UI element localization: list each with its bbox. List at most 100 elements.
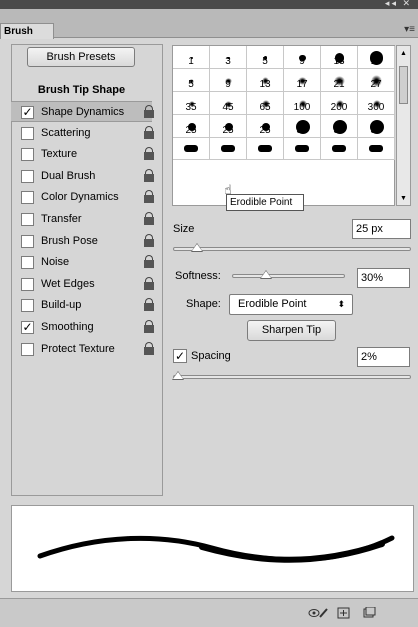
- option-scattering[interactable]: Scattering: [11, 123, 154, 144]
- brush-tip-cell[interactable]: 19: [358, 46, 395, 69]
- brush-size-label: 35: [185, 102, 197, 113]
- brush-tip-cell[interactable]: [173, 138, 210, 160]
- brush-size-label: 5: [262, 56, 268, 67]
- lock-icon[interactable]: [144, 255, 154, 268]
- sharpen-tip-button[interactable]: Sharpen Tip: [247, 320, 336, 341]
- brush-tip-cell[interactable]: 25: [247, 115, 284, 138]
- option-checkbox[interactable]: [21, 299, 34, 312]
- lock-icon[interactable]: [144, 147, 154, 160]
- brush-tip-cell[interactable]: [247, 138, 284, 160]
- option-checkbox[interactable]: [21, 191, 34, 204]
- spacing-slider[interactable]: [173, 375, 411, 379]
- spacing-checkbox[interactable]: ✓: [173, 349, 187, 363]
- option-label: Protect Texture: [41, 343, 115, 355]
- spacing-slider-thumb[interactable]: [172, 371, 184, 380]
- brush-tip-cell[interactable]: 200: [321, 92, 358, 115]
- option-checkbox[interactable]: [21, 213, 34, 226]
- option-checkbox[interactable]: [21, 235, 34, 248]
- lock-icon[interactable]: [144, 190, 154, 203]
- option-checkbox[interactable]: [21, 278, 34, 291]
- brush-presets-button[interactable]: Brush Presets: [27, 47, 135, 67]
- option-build-up[interactable]: Build-up: [11, 295, 154, 316]
- brush-grid-view-icon[interactable]: [337, 607, 351, 619]
- brush-tip-cell[interactable]: 13: [321, 46, 358, 69]
- brush-tip-cell[interactable]: [358, 138, 395, 160]
- brush-tip-cell[interactable]: 30: [284, 115, 321, 138]
- softness-slider[interactable]: [232, 274, 345, 278]
- lock-icon[interactable]: [144, 212, 154, 225]
- brush-tip-mark: [295, 145, 309, 152]
- shape-select[interactable]: Erodible Point ⬍: [229, 294, 353, 315]
- lock-icon[interactable]: [144, 277, 154, 290]
- brush-tip-cell[interactable]: 9: [284, 46, 321, 69]
- option-checkbox[interactable]: [21, 127, 34, 140]
- brush-tip-cell[interactable]: [321, 138, 358, 160]
- tab-brush[interactable]: Brush: [0, 23, 54, 39]
- brush-grid-scrollbar[interactable]: ▲ ▼: [396, 45, 411, 206]
- brush-tip-cell[interactable]: 5: [173, 69, 210, 92]
- lock-icon[interactable]: [144, 126, 154, 139]
- lock-icon[interactable]: [144, 105, 154, 118]
- option-texture[interactable]: Texture: [11, 144, 154, 165]
- brush-tip-cell[interactable]: 30: [358, 115, 395, 138]
- scrollbar-thumb[interactable]: [399, 66, 408, 104]
- option-protect-texture[interactable]: Protect Texture: [11, 339, 154, 360]
- spacing-field[interactable]: 2%: [357, 347, 410, 367]
- option-smoothing[interactable]: ✓ Smoothing: [11, 317, 154, 338]
- brush-size-label: 19: [370, 56, 382, 67]
- size-slider-thumb[interactable]: [191, 243, 203, 252]
- panel-collapse-close-controls[interactable]: ◂◂ ✕: [385, 0, 412, 9]
- size-field[interactable]: 25 px: [352, 219, 411, 239]
- brush-tip-cell[interactable]: 5: [247, 46, 284, 69]
- lock-icon[interactable]: [144, 298, 154, 311]
- brush-tip-cell[interactable]: 35: [173, 92, 210, 115]
- scroll-up-arrow-icon[interactable]: ▲: [400, 50, 407, 57]
- brush-tip-cell[interactable]: [284, 138, 321, 160]
- brush-tip-cell[interactable]: 3: [210, 46, 247, 69]
- brush-tip-cell[interactable]: 45: [210, 92, 247, 115]
- brush-tip-cell[interactable]: 100: [284, 92, 321, 115]
- brush-tip-cell[interactable]: 1: [173, 46, 210, 69]
- lock-icon[interactable]: [144, 342, 154, 355]
- brush-size-label: 21: [333, 79, 345, 90]
- option-brush-pose[interactable]: Brush Pose: [11, 231, 154, 252]
- create-new-brush-icon[interactable]: [362, 606, 376, 619]
- option-checkbox[interactable]: [21, 343, 34, 356]
- option-checkbox[interactable]: [21, 170, 34, 183]
- lock-icon[interactable]: [144, 234, 154, 247]
- option-checkbox[interactable]: ✓: [21, 321, 34, 334]
- option-checkbox[interactable]: ✓: [21, 106, 34, 119]
- toggle-live-tip-preview-icon[interactable]: [308, 607, 328, 619]
- brush-tip-cell[interactable]: 25: [210, 115, 247, 138]
- brush-size-label: 9: [299, 56, 305, 67]
- brush-tip-cell[interactable]: 27: [358, 69, 395, 92]
- brush-tip-cell[interactable]: 65: [247, 92, 284, 115]
- brush-stroke-preview-svg: [37, 535, 395, 563]
- brush-tip-cell[interactable]: 21: [321, 69, 358, 92]
- option-color-dynamics[interactable]: Color Dynamics: [11, 187, 154, 208]
- brush-tip-cell[interactable]: 300: [358, 92, 395, 115]
- brush-size-label: 13: [333, 56, 345, 67]
- option-checkbox[interactable]: [21, 256, 34, 269]
- softness-field[interactable]: 30%: [357, 268, 410, 288]
- brush-tip-cell[interactable]: 9: [210, 69, 247, 92]
- brush-tip-cell[interactable]: 17: [284, 69, 321, 92]
- panel-menu-icon[interactable]: ▾≡: [404, 24, 415, 35]
- option-shape-dynamics[interactable]: ✓ Shape Dynamics: [11, 101, 154, 122]
- lock-icon[interactable]: [144, 169, 154, 182]
- option-wet-edges[interactable]: Wet Edges: [11, 274, 154, 295]
- option-transfer[interactable]: Transfer: [11, 209, 154, 230]
- brush-tip-cell[interactable]: 25: [173, 115, 210, 138]
- option-dual-brush[interactable]: Dual Brush: [11, 166, 154, 187]
- scroll-down-arrow-icon[interactable]: ▼: [400, 195, 407, 202]
- brush-tip-cell[interactable]: 13: [247, 69, 284, 92]
- size-slider[interactable]: [173, 247, 411, 251]
- lock-icon[interactable]: [144, 320, 154, 333]
- option-checkbox[interactable]: [21, 148, 34, 161]
- option-noise[interactable]: Noise: [11, 252, 154, 273]
- brush-tip-cell[interactable]: 30: [321, 115, 358, 138]
- brush-tip-cell[interactable]: [210, 138, 247, 160]
- brush-tip-shape-item[interactable]: Brush Tip Shape: [11, 81, 152, 99]
- shape-select-value: Erodible Point: [238, 298, 307, 310]
- softness-slider-thumb[interactable]: [260, 270, 272, 279]
